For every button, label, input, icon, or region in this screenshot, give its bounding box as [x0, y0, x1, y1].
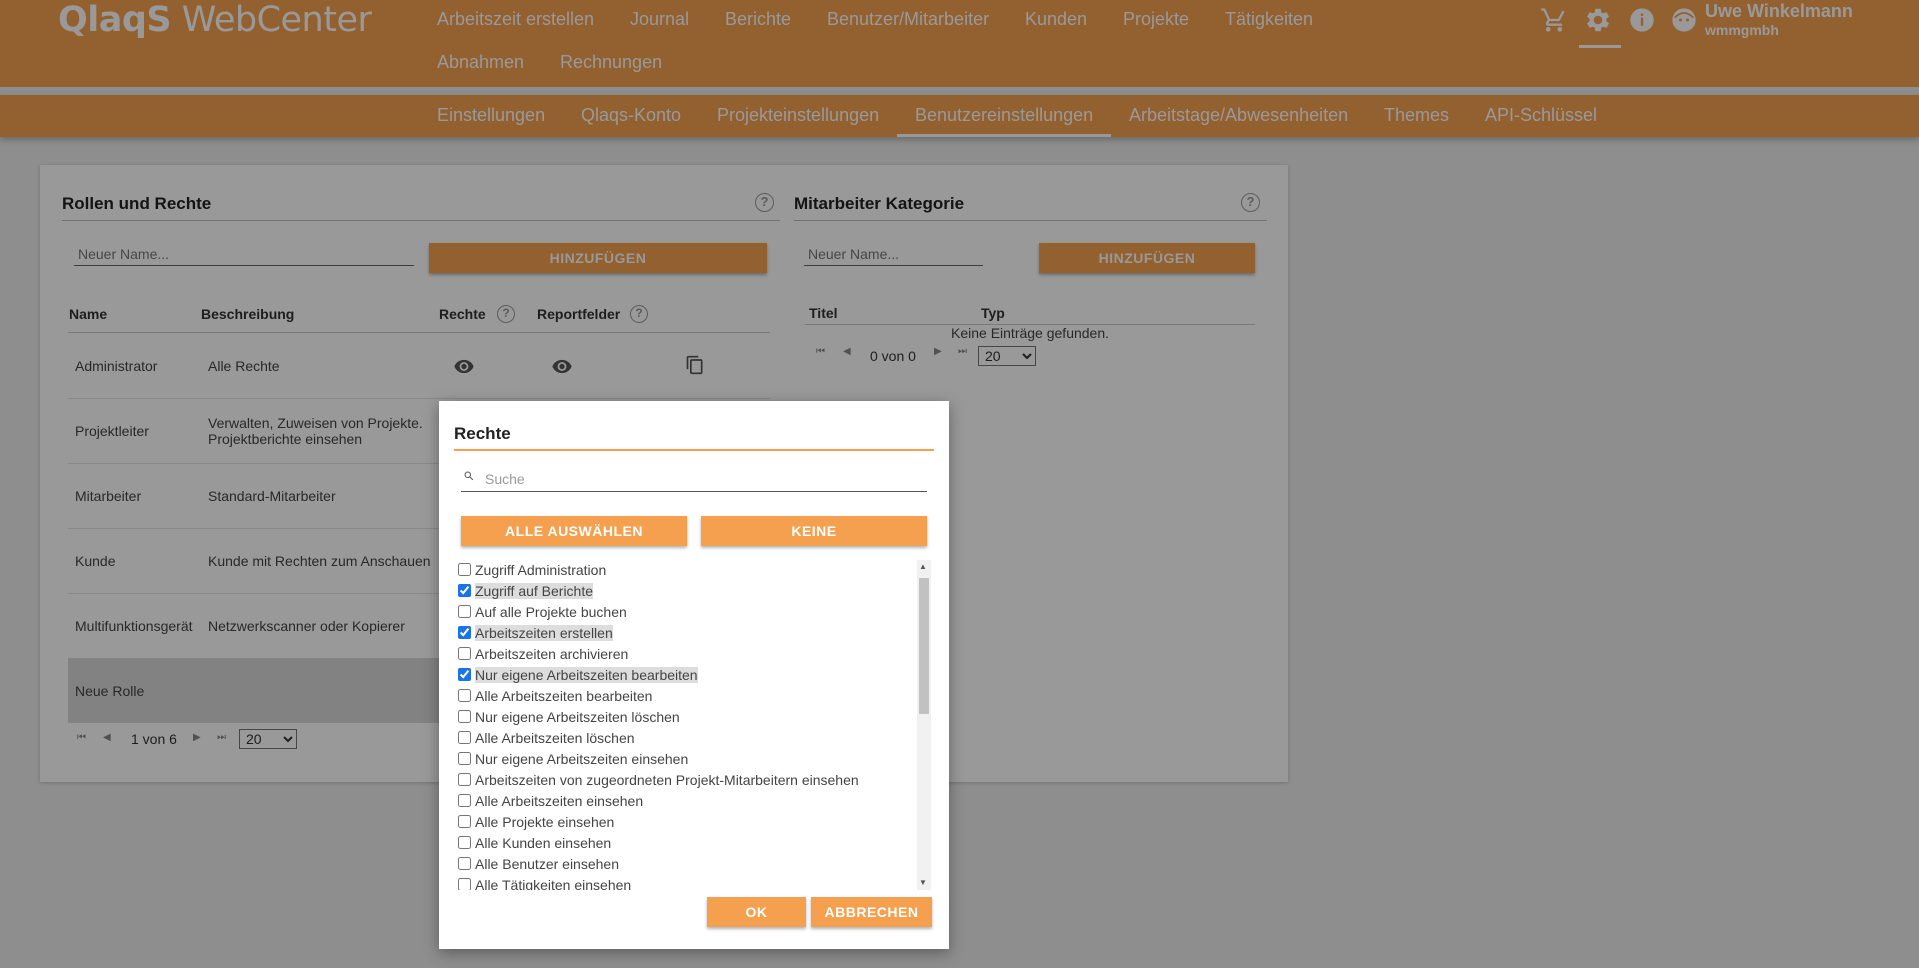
right-label: Nur eigene Arbeitszeiten bearbeiten	[475, 666, 698, 683]
rights-list-item[interactable]: Alle Tätigkeiten einsehen	[457, 875, 631, 890]
right-label: Alle Arbeitszeiten bearbeiten	[475, 687, 653, 704]
right-checkbox[interactable]	[458, 584, 471, 597]
scroll-down-icon[interactable]: ▼	[919, 878, 927, 887]
right-label: Arbeitszeiten archivieren	[475, 645, 629, 662]
rights-list-item[interactable]: Auf alle Projekte buchen	[457, 602, 627, 621]
rights-dialog: Rechte ALLE AUSWÄHLEN KEINE Zugriff Admi…	[439, 401, 949, 949]
rights-list-item[interactable]: Nur eigene Arbeitszeiten einsehen	[457, 749, 688, 768]
right-checkbox[interactable]	[458, 773, 471, 786]
right-label: Alle Arbeitszeiten einsehen	[475, 792, 644, 809]
rights-list-item[interactable]: Alle Arbeitszeiten einsehen	[457, 791, 643, 810]
right-checkbox[interactable]	[458, 563, 471, 576]
search-icon	[464, 471, 474, 481]
rights-list-item[interactable]: Zugriff auf Berichte	[457, 581, 594, 600]
rights-list: Zugriff Administration Zugriff auf Berich…	[457, 560, 927, 890]
dialog-title-underline	[454, 449, 934, 451]
ok-button[interactable]: OK	[707, 897, 806, 927]
rights-list-item[interactable]: Alle Arbeitszeiten löschen	[457, 728, 635, 747]
dialog-title: Rechte	[454, 424, 511, 443]
select-none-button[interactable]: KEINE	[701, 516, 927, 546]
rights-list-item[interactable]: Arbeitszeiten von zugeordneten Projekt-M…	[457, 770, 859, 789]
right-label: Arbeitszeiten von zugeordneten Projekt-M…	[475, 771, 859, 788]
right-checkbox[interactable]	[458, 710, 471, 723]
cancel-button[interactable]: ABBRECHEN	[811, 897, 932, 927]
right-checkbox[interactable]	[458, 605, 471, 618]
right-label: Alle Benutzer einsehen	[475, 855, 619, 872]
right-checkbox[interactable]	[458, 647, 471, 660]
scrollbar-thumb[interactable]	[919, 578, 929, 714]
search-input[interactable]	[483, 469, 913, 489]
right-checkbox[interactable]	[458, 794, 471, 807]
right-checkbox[interactable]	[458, 731, 471, 744]
rights-list-item[interactable]: Alle Kunden einsehen	[457, 833, 611, 852]
scrollbar[interactable]: ▲ ▼	[917, 560, 931, 890]
right-label: Zugriff Administration	[475, 561, 607, 578]
modal-backdrop[interactable]	[0, 0, 1919, 968]
rights-list-item[interactable]: Arbeitszeiten archivieren	[457, 644, 628, 663]
right-label: Alle Tätigkeiten einsehen	[475, 876, 632, 891]
search-field	[461, 467, 927, 492]
select-all-button[interactable]: ALLE AUSWÄHLEN	[461, 516, 687, 546]
right-checkbox[interactable]	[458, 626, 471, 639]
right-label: Alle Kunden einsehen	[475, 834, 612, 851]
right-label: Alle Arbeitszeiten löschen	[475, 729, 635, 746]
right-checkbox[interactable]	[458, 689, 471, 702]
rights-list-item[interactable]: Nur eigene Arbeitszeiten löschen	[457, 707, 680, 726]
rights-list-item[interactable]: Arbeitszeiten erstellen	[457, 623, 613, 642]
right-checkbox[interactable]	[458, 752, 471, 765]
right-checkbox[interactable]	[458, 668, 471, 681]
rights-list-item[interactable]: Alle Arbeitszeiten bearbeiten	[457, 686, 652, 705]
right-label: Zugriff auf Berichte	[475, 582, 594, 599]
rights-list-item[interactable]: Alle Benutzer einsehen	[457, 854, 619, 873]
scroll-up-icon[interactable]: ▲	[919, 562, 927, 571]
rights-list-item[interactable]: Nur eigene Arbeitszeiten bearbeiten	[457, 665, 698, 684]
right-label: Arbeitszeiten erstellen	[475, 624, 613, 641]
right-label: Auf alle Projekte buchen	[475, 603, 627, 620]
right-checkbox[interactable]	[458, 815, 471, 828]
right-label: Nur eigene Arbeitszeiten einsehen	[475, 750, 689, 767]
right-checkbox[interactable]	[458, 857, 471, 870]
right-label: Alle Projekte einsehen	[475, 813, 615, 830]
right-checkbox[interactable]	[458, 878, 471, 890]
right-label: Nur eigene Arbeitszeiten löschen	[475, 708, 680, 725]
rights-list-item[interactable]: Zugriff Administration	[457, 560, 606, 579]
rights-list-item[interactable]: Alle Projekte einsehen	[457, 812, 614, 831]
right-checkbox[interactable]	[458, 836, 471, 849]
